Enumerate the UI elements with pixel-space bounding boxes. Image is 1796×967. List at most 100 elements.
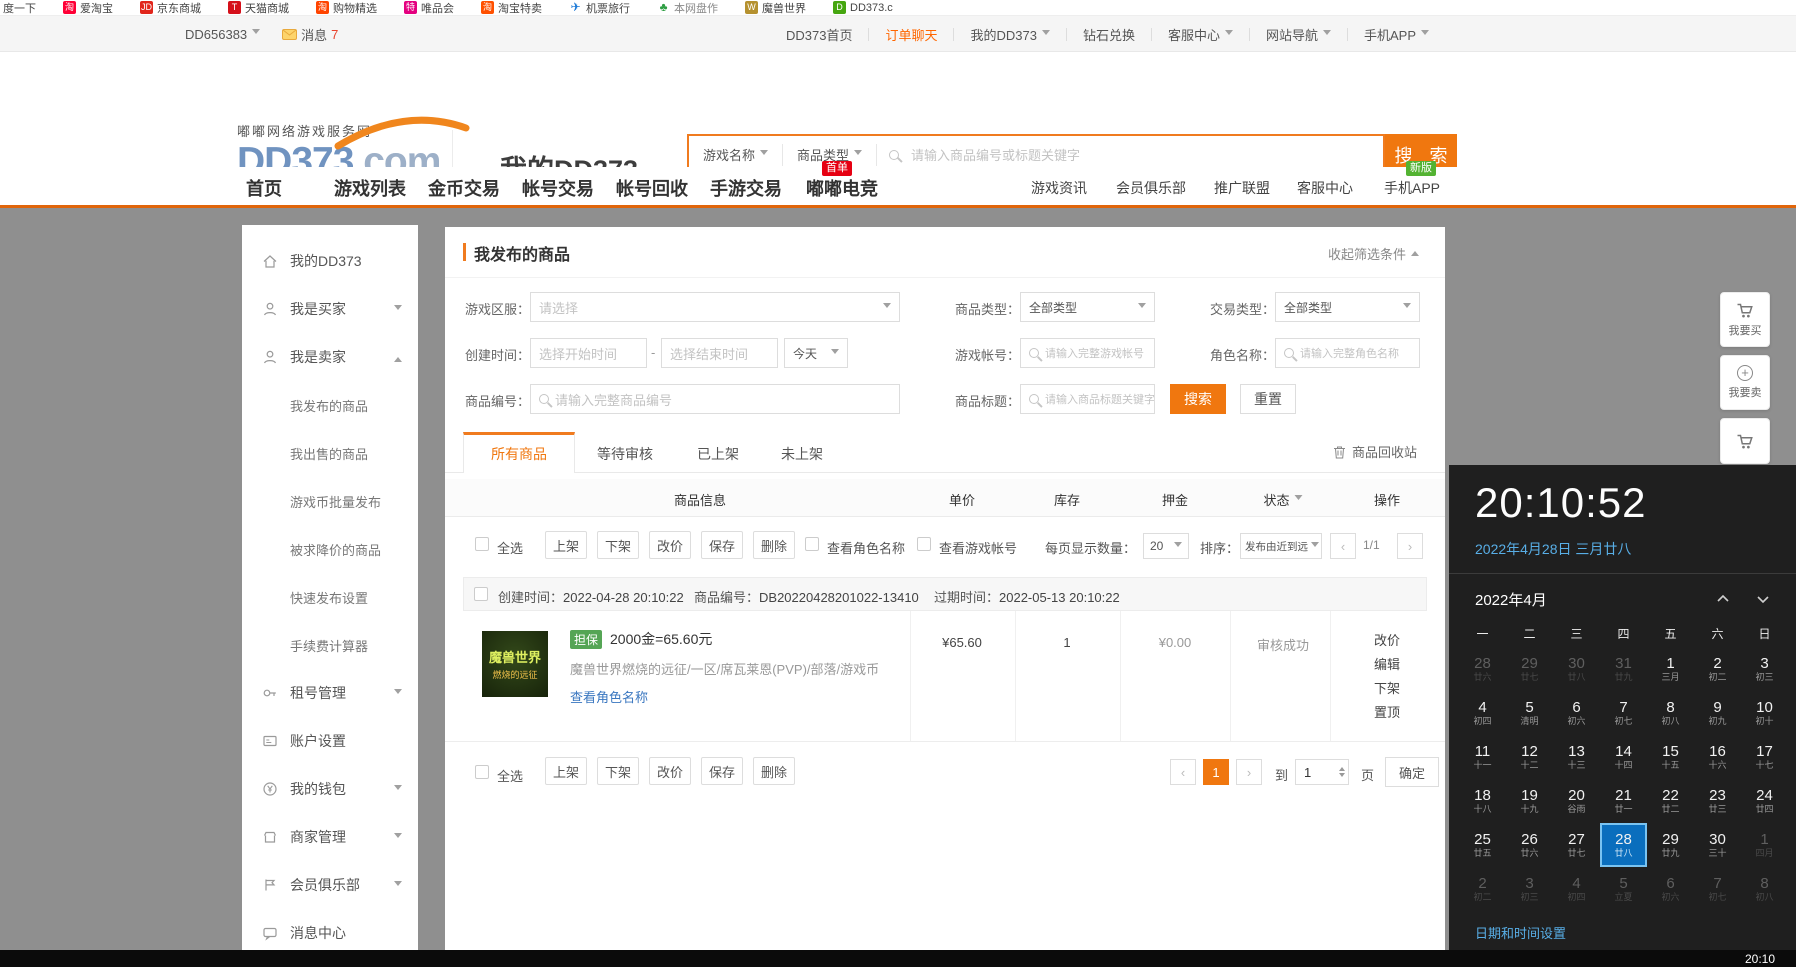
bookmark-item[interactable]: DDD373.c: [833, 1, 893, 14]
calendar-day[interactable]: 30三十: [1694, 823, 1741, 867]
bulk-删除-button[interactable]: 删除: [753, 757, 795, 785]
filter-date-start-input[interactable]: 选择开始时间: [530, 338, 647, 368]
calendar-day[interactable]: 2初二: [1459, 867, 1506, 911]
calendar-day[interactable]: 15十五: [1647, 735, 1694, 779]
bulk-改价-button[interactable]: 改价: [649, 757, 691, 785]
tab-pending-review[interactable]: 等待审核: [597, 444, 653, 464]
recycle-bin-link[interactable]: 商品回收站: [1333, 442, 1417, 461]
taskbar[interactable]: 20:10: [0, 950, 1796, 967]
select-all-checkbox-bottom[interactable]: [475, 765, 489, 779]
topnav-link[interactable]: DD373首页: [770, 25, 868, 44]
sidebar-item-11[interactable]: 我的钱包: [242, 765, 418, 813]
calendar-day[interactable]: 5清明: [1506, 691, 1553, 735]
calendar-next-icon[interactable]: [1755, 591, 1771, 607]
datetime-settings-link[interactable]: 日期和时间设置: [1475, 923, 1566, 942]
product-title[interactable]: 2000金=65.60元: [610, 629, 712, 649]
calendar-day[interactable]: 6初六: [1553, 691, 1600, 735]
calendar-prev-icon[interactable]: [1715, 591, 1731, 607]
calendar-day[interactable]: 8初八: [1741, 867, 1788, 911]
spinner-arrows[interactable]: [1339, 764, 1345, 780]
calendar-day[interactable]: 24廿四: [1741, 779, 1788, 823]
calendar-day[interactable]: 31廿九: [1600, 647, 1647, 691]
calendar-day[interactable]: 1四月: [1741, 823, 1788, 867]
search-category-game[interactable]: 游戏名称: [689, 145, 782, 164]
calendar-day[interactable]: 1三月: [1647, 647, 1694, 691]
sort-select[interactable]: 发布由近到远: [1240, 533, 1322, 559]
calendar-day[interactable]: 27廿七: [1553, 823, 1600, 867]
sidebar-item-9[interactable]: 租号管理: [242, 669, 418, 717]
calendar-day[interactable]: 3初三: [1506, 867, 1553, 911]
filter-date-quick-select[interactable]: 今天: [784, 338, 848, 368]
clock-date[interactable]: 2022年4月28日 三月廿八: [1475, 539, 1631, 559]
calendar-day[interactable]: 9初九: [1694, 691, 1741, 735]
bulk-下架-button[interactable]: 下架: [597, 757, 639, 785]
current-page-button[interactable]: 1: [1203, 759, 1229, 785]
calendar-day[interactable]: 10初十: [1741, 691, 1788, 735]
calendar-day[interactable]: 3初三: [1741, 647, 1788, 691]
prev-page-button[interactable]: ‹: [1330, 533, 1356, 559]
filter-game-account-input[interactable]: 请输入完整游戏帐号: [1020, 338, 1155, 368]
bookmark-item[interactable]: 度一下: [3, 0, 36, 16]
calendar-day[interactable]: 18十八: [1459, 779, 1506, 823]
bookmark-item[interactable]: 淘爱淘宝: [63, 0, 113, 16]
nav-item-secondary[interactable]: 推广联盟: [1214, 167, 1270, 208]
bookmark-item[interactable]: ♣本网盘作: [657, 0, 718, 16]
topnav-link[interactable]: 我的DD373: [954, 25, 1065, 44]
nav-item[interactable]: 手游交易: [710, 167, 782, 208]
pagesize-select[interactable]: 20: [1143, 533, 1189, 559]
float-sell-button[interactable]: + 我要卖: [1720, 355, 1770, 410]
calendar-day[interactable]: 7初七: [1694, 867, 1741, 911]
view-role-link[interactable]: 查看角色名称: [570, 687, 648, 706]
calendar-month-label[interactable]: 2022年4月: [1475, 589, 1547, 610]
bulk-上架-button[interactable]: 上架: [545, 531, 587, 559]
sidebar-item-5[interactable]: 游戏币批量发布: [242, 477, 418, 525]
next-page-button-bottom[interactable]: ›: [1236, 759, 1262, 785]
show-role-checkbox[interactable]: [805, 537, 819, 551]
filter-role-name-input[interactable]: 请输入完整角色名称: [1275, 338, 1420, 368]
filter-reset-button[interactable]: 重置: [1240, 384, 1296, 414]
account-menu[interactable]: DD656383: [185, 27, 260, 42]
action-改价[interactable]: 改价: [1374, 629, 1400, 653]
calendar-day[interactable]: 28廿八: [1600, 823, 1647, 867]
bookmark-item[interactable]: JD京东商城: [140, 0, 201, 16]
calendar-day[interactable]: 4初四: [1459, 691, 1506, 735]
sidebar-item-4[interactable]: 我出售的商品: [242, 429, 418, 477]
calendar-day[interactable]: 19十九: [1506, 779, 1553, 823]
calendar-day[interactable]: 12十二: [1506, 735, 1553, 779]
calendar-day[interactable]: 26廿六: [1506, 823, 1553, 867]
calendar-day[interactable]: 29廿九: [1647, 823, 1694, 867]
sidebar-item-3[interactable]: 我发布的商品: [242, 381, 418, 429]
col-status[interactable]: 状态: [1263, 490, 1302, 509]
sidebar-item-14[interactable]: 消息中心: [242, 909, 418, 950]
sidebar-item-10[interactable]: 账户设置: [242, 717, 418, 765]
sidebar-item-12[interactable]: 商家管理: [242, 813, 418, 861]
bulk-保存-button[interactable]: 保存: [701, 531, 743, 559]
bookmark-item[interactable]: T天猫商城: [228, 0, 289, 16]
calendar-day[interactable]: 20谷雨: [1553, 779, 1600, 823]
action-下架[interactable]: 下架: [1374, 677, 1400, 701]
sidebar-item-7[interactable]: 快速发布设置: [242, 573, 418, 621]
filter-product-title-input[interactable]: 请输入商品标题关键字: [1020, 384, 1155, 414]
tab-unlisted[interactable]: 未上架: [781, 444, 823, 464]
calendar-day[interactable]: 22廿二: [1647, 779, 1694, 823]
bulk-改价-button[interactable]: 改价: [649, 531, 691, 559]
calendar-day[interactable]: 21廿一: [1600, 779, 1647, 823]
collapse-filters-link[interactable]: 收起筛选条件: [1328, 244, 1419, 263]
next-page-button[interactable]: ›: [1397, 533, 1423, 559]
calendar-day[interactable]: 8初八: [1647, 691, 1694, 735]
bookmark-item[interactable]: W魔兽世界: [745, 0, 806, 16]
nav-item[interactable]: 帐号回收: [616, 167, 688, 208]
goto-confirm-button[interactable]: 确定: [1385, 757, 1439, 787]
calendar-day[interactable]: 5立夏: [1600, 867, 1647, 911]
sidebar-item-2[interactable]: 我是卖家: [242, 333, 418, 381]
bulk-上架-button[interactable]: 上架: [545, 757, 587, 785]
action-置顶[interactable]: 置顶: [1374, 701, 1400, 725]
action-编辑[interactable]: 编辑: [1374, 653, 1400, 677]
bookmark-item[interactable]: 淘购物精选: [316, 0, 377, 16]
calendar-day[interactable]: 13十三: [1553, 735, 1600, 779]
filter-product-type-select[interactable]: 全部类型: [1020, 292, 1155, 322]
sidebar-item-0[interactable]: 我的DD373: [242, 237, 418, 285]
search-input[interactable]: 请输入商品编号或标题关键字: [911, 145, 1080, 164]
topnav-link[interactable]: 网站导航: [1250, 25, 1347, 44]
tab-all-products[interactable]: 所有商品: [463, 432, 575, 473]
